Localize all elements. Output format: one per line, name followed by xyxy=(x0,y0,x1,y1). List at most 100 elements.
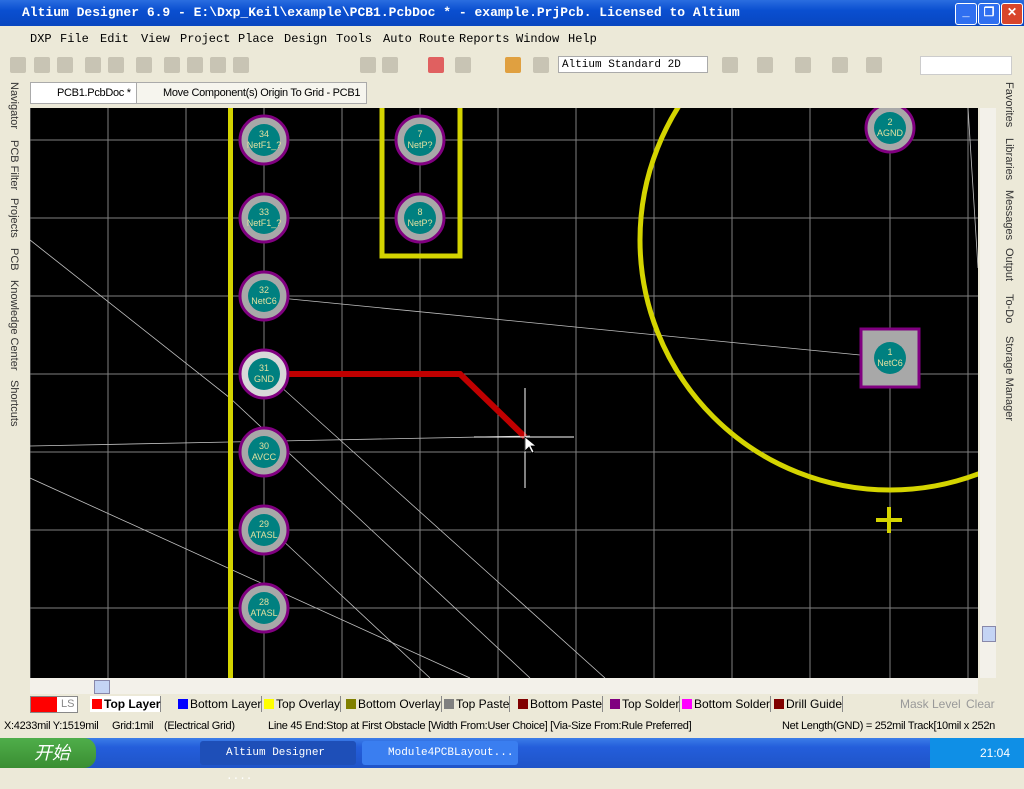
layer-label: Top Layer xyxy=(104,697,161,711)
panel-pcb[interactable]: PCB xyxy=(8,248,20,271)
zoom-area-icon[interactable] xyxy=(187,57,203,73)
layer-color-swatch xyxy=(774,699,784,709)
menu-reports[interactable]: Reports xyxy=(459,32,509,46)
layer-tab-bottom-layer[interactable]: Bottom Layer xyxy=(176,696,263,712)
view-mode-select[interactable]: Altium Standard 2D xyxy=(558,56,708,73)
filter-combo[interactable] xyxy=(920,56,1012,75)
clear-icon[interactable] xyxy=(428,57,444,73)
menu-view[interactable]: View xyxy=(141,32,170,46)
vertical-scrollbar[interactable] xyxy=(980,108,996,678)
menu-project[interactable]: Project xyxy=(180,32,230,46)
tab-pcb1[interactable]: PCB1.PcbDoc * xyxy=(30,82,138,104)
layer-tab-top-solder[interactable]: Top Solder xyxy=(608,696,681,712)
print-preview-icon[interactable] xyxy=(108,57,124,73)
panel-shortcuts[interactable]: Shortcuts xyxy=(8,380,20,426)
select-icon[interactable] xyxy=(360,57,376,73)
status-bar: X:4233mil Y:1519mil Grid:1mil (Electrica… xyxy=(0,716,1024,736)
layer-tab-bottom-paste[interactable]: Bottom Paste xyxy=(516,696,604,712)
menu-tools[interactable]: Tools xyxy=(336,32,372,46)
layer-label: Bottom Solder xyxy=(694,697,771,711)
pad-7[interactable]: 7NetP? xyxy=(394,114,446,166)
minimize-button[interactable]: _ xyxy=(955,3,977,25)
mask-level-button[interactable]: Mask Level xyxy=(900,697,961,711)
open-icon[interactable] xyxy=(34,57,50,73)
layer-color-swatch xyxy=(444,699,454,709)
pad-1[interactable]: 1NetC6 xyxy=(859,327,921,389)
panel-knowledge-center[interactable]: Knowledge Center xyxy=(8,280,20,371)
pad-28[interactable]: 28ATASL xyxy=(238,582,290,634)
maximize-button[interactable]: ❐ xyxy=(978,3,1000,25)
pcb-canvas[interactable]: 34 NetF1_? 33 NetF1_? 32 NetC6 31 GND 30 AVCC 29 AT… xyxy=(29,0,1024,687)
layer-color-swatch xyxy=(264,699,274,709)
panel-pcb-filter[interactable]: PCB Filter xyxy=(8,140,20,190)
menu-window[interactable]: Window xyxy=(516,32,559,46)
layer-label: Top Solder xyxy=(622,697,680,711)
panel-libraries[interactable]: Libraries xyxy=(1003,138,1015,180)
pad-29[interactable]: 29ATASL xyxy=(238,504,290,556)
current-layer-indicator[interactable]: LS xyxy=(30,696,78,713)
save-icon[interactable] xyxy=(57,57,73,73)
pad-8[interactable]: 8NetP? xyxy=(394,192,446,244)
panel-favorites[interactable]: Favorites xyxy=(1003,82,1015,127)
layer-label: Top Overlay xyxy=(276,697,341,711)
zoom-selected-icon[interactable] xyxy=(210,57,226,73)
find-icon[interactable] xyxy=(795,57,811,73)
pad-2[interactable]: 2AGND xyxy=(864,102,916,154)
scroll-thumb[interactable] xyxy=(94,680,110,694)
layer-tab-bottom-overlay[interactable]: Bottom Overlay xyxy=(344,696,442,712)
panel-output[interactable]: Output xyxy=(1003,248,1015,281)
distribute-icon[interactable] xyxy=(757,57,773,73)
panel-messages[interactable]: Messages xyxy=(1003,190,1015,240)
menu-help[interactable]: Help xyxy=(568,32,597,46)
system-tray: 21:04 xyxy=(930,738,1024,768)
task-module4[interactable]: Module4PCBLayout... xyxy=(362,741,518,765)
panel-to-do[interactable]: To-Do xyxy=(1003,294,1015,323)
scroll-thumb[interactable] xyxy=(982,626,996,642)
print-icon[interactable] xyxy=(85,57,101,73)
horizontal-scrollbar[interactable] xyxy=(30,678,978,694)
room-icon[interactable] xyxy=(832,57,848,73)
layer-tab-bottom-solder[interactable]: Bottom Solder xyxy=(680,696,772,712)
svg-text:NetF1_?: NetF1_? xyxy=(247,218,282,228)
panel-storage-manager[interactable]: Storage Manager xyxy=(1003,336,1015,421)
menu-edit[interactable]: Edit xyxy=(100,32,129,46)
layer-tab-top-layer[interactable]: Top Layer xyxy=(90,696,162,712)
zoom-filter-icon[interactable] xyxy=(233,57,249,73)
menu-file[interactable]: File xyxy=(60,32,89,46)
zoom-fit-icon[interactable] xyxy=(164,57,180,73)
svg-text:NetC6: NetC6 xyxy=(877,358,903,368)
browse-icon[interactable] xyxy=(533,57,549,73)
tab-label: Move Component(s) Origin To Grid - PCB1 xyxy=(163,87,361,99)
ls-label: LS xyxy=(61,698,75,710)
clear-button[interactable]: Clear xyxy=(966,697,995,711)
layer-tab-top-overlay[interactable]: Top Overlay xyxy=(262,696,342,712)
task-altium[interactable]: Altium Designer .... xyxy=(200,741,356,783)
tab-move-component[interactable]: Move Component(s) Origin To Grid - PCB1 xyxy=(136,82,368,104)
panel-projects[interactable]: Projects xyxy=(8,198,20,238)
start-button[interactable]: 开始 xyxy=(0,738,96,768)
pad-30[interactable]: 30AVCC xyxy=(238,426,290,478)
pad-31[interactable]: 31GND xyxy=(238,348,290,400)
svg-text:NetP?: NetP? xyxy=(407,218,432,228)
pad-34[interactable]: 34NetF1_? xyxy=(238,114,290,166)
menu-design[interactable]: Design xyxy=(284,32,327,46)
menu-dxp[interactable]: DXP xyxy=(30,32,52,46)
panel-navigator[interactable]: Navigator xyxy=(8,82,20,129)
origin-marker xyxy=(876,507,902,533)
align-icon[interactable] xyxy=(722,57,738,73)
menu-auto-route[interactable]: Auto Route xyxy=(383,32,455,46)
new-icon[interactable] xyxy=(10,57,26,73)
undo-icon[interactable] xyxy=(455,57,471,73)
grid-icon[interactable] xyxy=(866,57,882,73)
close-button[interactable]: ✕ xyxy=(1001,3,1023,25)
pad-33[interactable]: 33NetF1_? xyxy=(238,192,290,244)
svg-text:ATASL: ATASL xyxy=(250,608,277,618)
svg-text:7: 7 xyxy=(417,129,422,139)
layer-tab-drill-guide[interactable]: Drill Guide xyxy=(772,696,844,712)
layer-icon[interactable] xyxy=(136,57,152,73)
cross-probe-icon[interactable] xyxy=(505,57,521,73)
move-icon[interactable] xyxy=(382,57,398,73)
menu-place[interactable]: Place xyxy=(238,32,274,46)
layer-tab-top-paste[interactable]: Top Paste xyxy=(442,696,511,712)
pad-32[interactable]: 32NetC6 xyxy=(238,270,290,322)
